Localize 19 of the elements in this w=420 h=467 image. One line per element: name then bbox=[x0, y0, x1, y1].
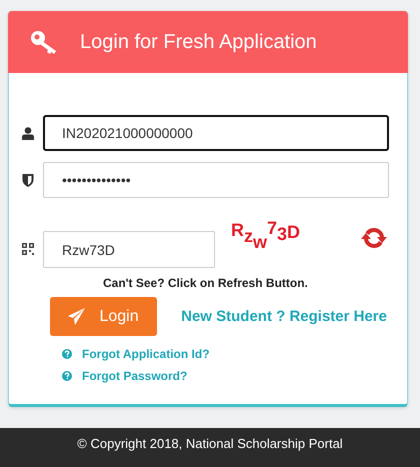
qr-code-icon bbox=[21, 243, 35, 255]
captcha-field[interactable]: Rzw73D bbox=[43, 231, 215, 268]
help-icon bbox=[62, 349, 72, 359]
send-icon bbox=[68, 308, 86, 325]
help-link[interactable]: Forgot Application Id? bbox=[82, 347, 210, 361]
help-link[interactable]: Forgot Password? bbox=[82, 369, 188, 383]
user-icon bbox=[21, 126, 35, 140]
key-icon bbox=[30, 30, 58, 54]
captcha-hint: Can't See? Click on Refresh Button. bbox=[103, 276, 309, 290]
help-icon bbox=[62, 371, 72, 381]
register-link[interactable]: New Student ? Register Here bbox=[181, 308, 387, 325]
captcha-image: Rzw73D bbox=[231, 217, 302, 247]
header-title: Login for Fresh Application bbox=[80, 30, 317, 54]
application-id-field[interactable]: IN202021000000000 bbox=[43, 115, 389, 151]
password-field[interactable]: •••••••••••••• bbox=[43, 162, 389, 198]
login-button[interactable]: Login bbox=[50, 297, 158, 336]
shield-icon bbox=[21, 173, 35, 187]
refresh-icon[interactable] bbox=[361, 225, 387, 251]
copyright-text: © Copyright 2018, National Scholarship Portal bbox=[77, 436, 343, 453]
